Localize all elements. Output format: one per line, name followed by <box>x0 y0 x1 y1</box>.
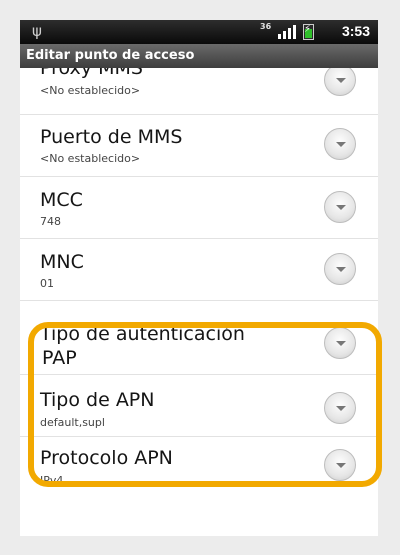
list-item-mnc[interactable]: MNC 01 <box>20 238 378 300</box>
chevron-down-icon[interactable] <box>324 327 356 359</box>
list-item-value: <No establecido> <box>40 84 141 97</box>
list-item-title: Protocolo APN <box>40 447 173 469</box>
phone-screen: ψ 36 3:53 Editar punto de acceso Proxy M… <box>20 20 378 536</box>
list-item-title: Tipo de autenticación <box>40 323 245 345</box>
list-item-mcc[interactable]: MCC 748 <box>20 176 378 238</box>
battery-icon <box>303 24 314 40</box>
list-item-protocolo-apn[interactable]: Protocolo APN IPv4 <box>20 436 378 536</box>
status-bar: ψ 36 3:53 <box>20 20 378 44</box>
list-item-title: Puerto de MMS <box>40 126 183 148</box>
chevron-down-icon[interactable] <box>324 253 356 285</box>
list-item-value: IPv4 <box>40 474 64 487</box>
list-item-title: MNC <box>40 251 84 273</box>
list-item-value: <No establecido> <box>40 152 141 165</box>
usb-icon: ψ <box>32 22 42 40</box>
list-item-value: 748 <box>40 215 61 228</box>
list-item-tipo-apn[interactable]: Tipo de APN default,supl <box>20 374 378 436</box>
list-item-tipo-autenticacion[interactable]: Tipo de autenticación PAP <box>20 300 378 374</box>
list-item-value: default,supl <box>40 416 105 429</box>
list-item-proxy-mms[interactable]: Proxy MMS <No establecido> <box>20 68 378 114</box>
clock: 3:53 <box>341 23 370 39</box>
signal-icon <box>278 25 296 39</box>
chevron-down-icon[interactable] <box>324 449 356 481</box>
list-item-title: Proxy MMS <box>40 68 143 79</box>
settings-list: Proxy MMS <No establecido> Puerto de MMS… <box>20 68 378 536</box>
chevron-down-icon[interactable] <box>324 128 356 160</box>
network-type-icon: 36 <box>260 22 272 31</box>
page-title: Editar punto de acceso <box>20 44 378 68</box>
list-item-title: MCC <box>40 189 83 211</box>
list-item-value: 01 <box>40 277 54 290</box>
chevron-down-icon[interactable] <box>324 191 356 223</box>
list-item-title: Tipo de APN <box>40 389 155 411</box>
chevron-down-icon[interactable] <box>324 392 356 424</box>
list-item-puerto-mms[interactable]: Puerto de MMS <No establecido> <box>20 114 378 176</box>
chevron-down-icon[interactable] <box>324 68 356 96</box>
list-item-value: PAP <box>42 347 77 369</box>
